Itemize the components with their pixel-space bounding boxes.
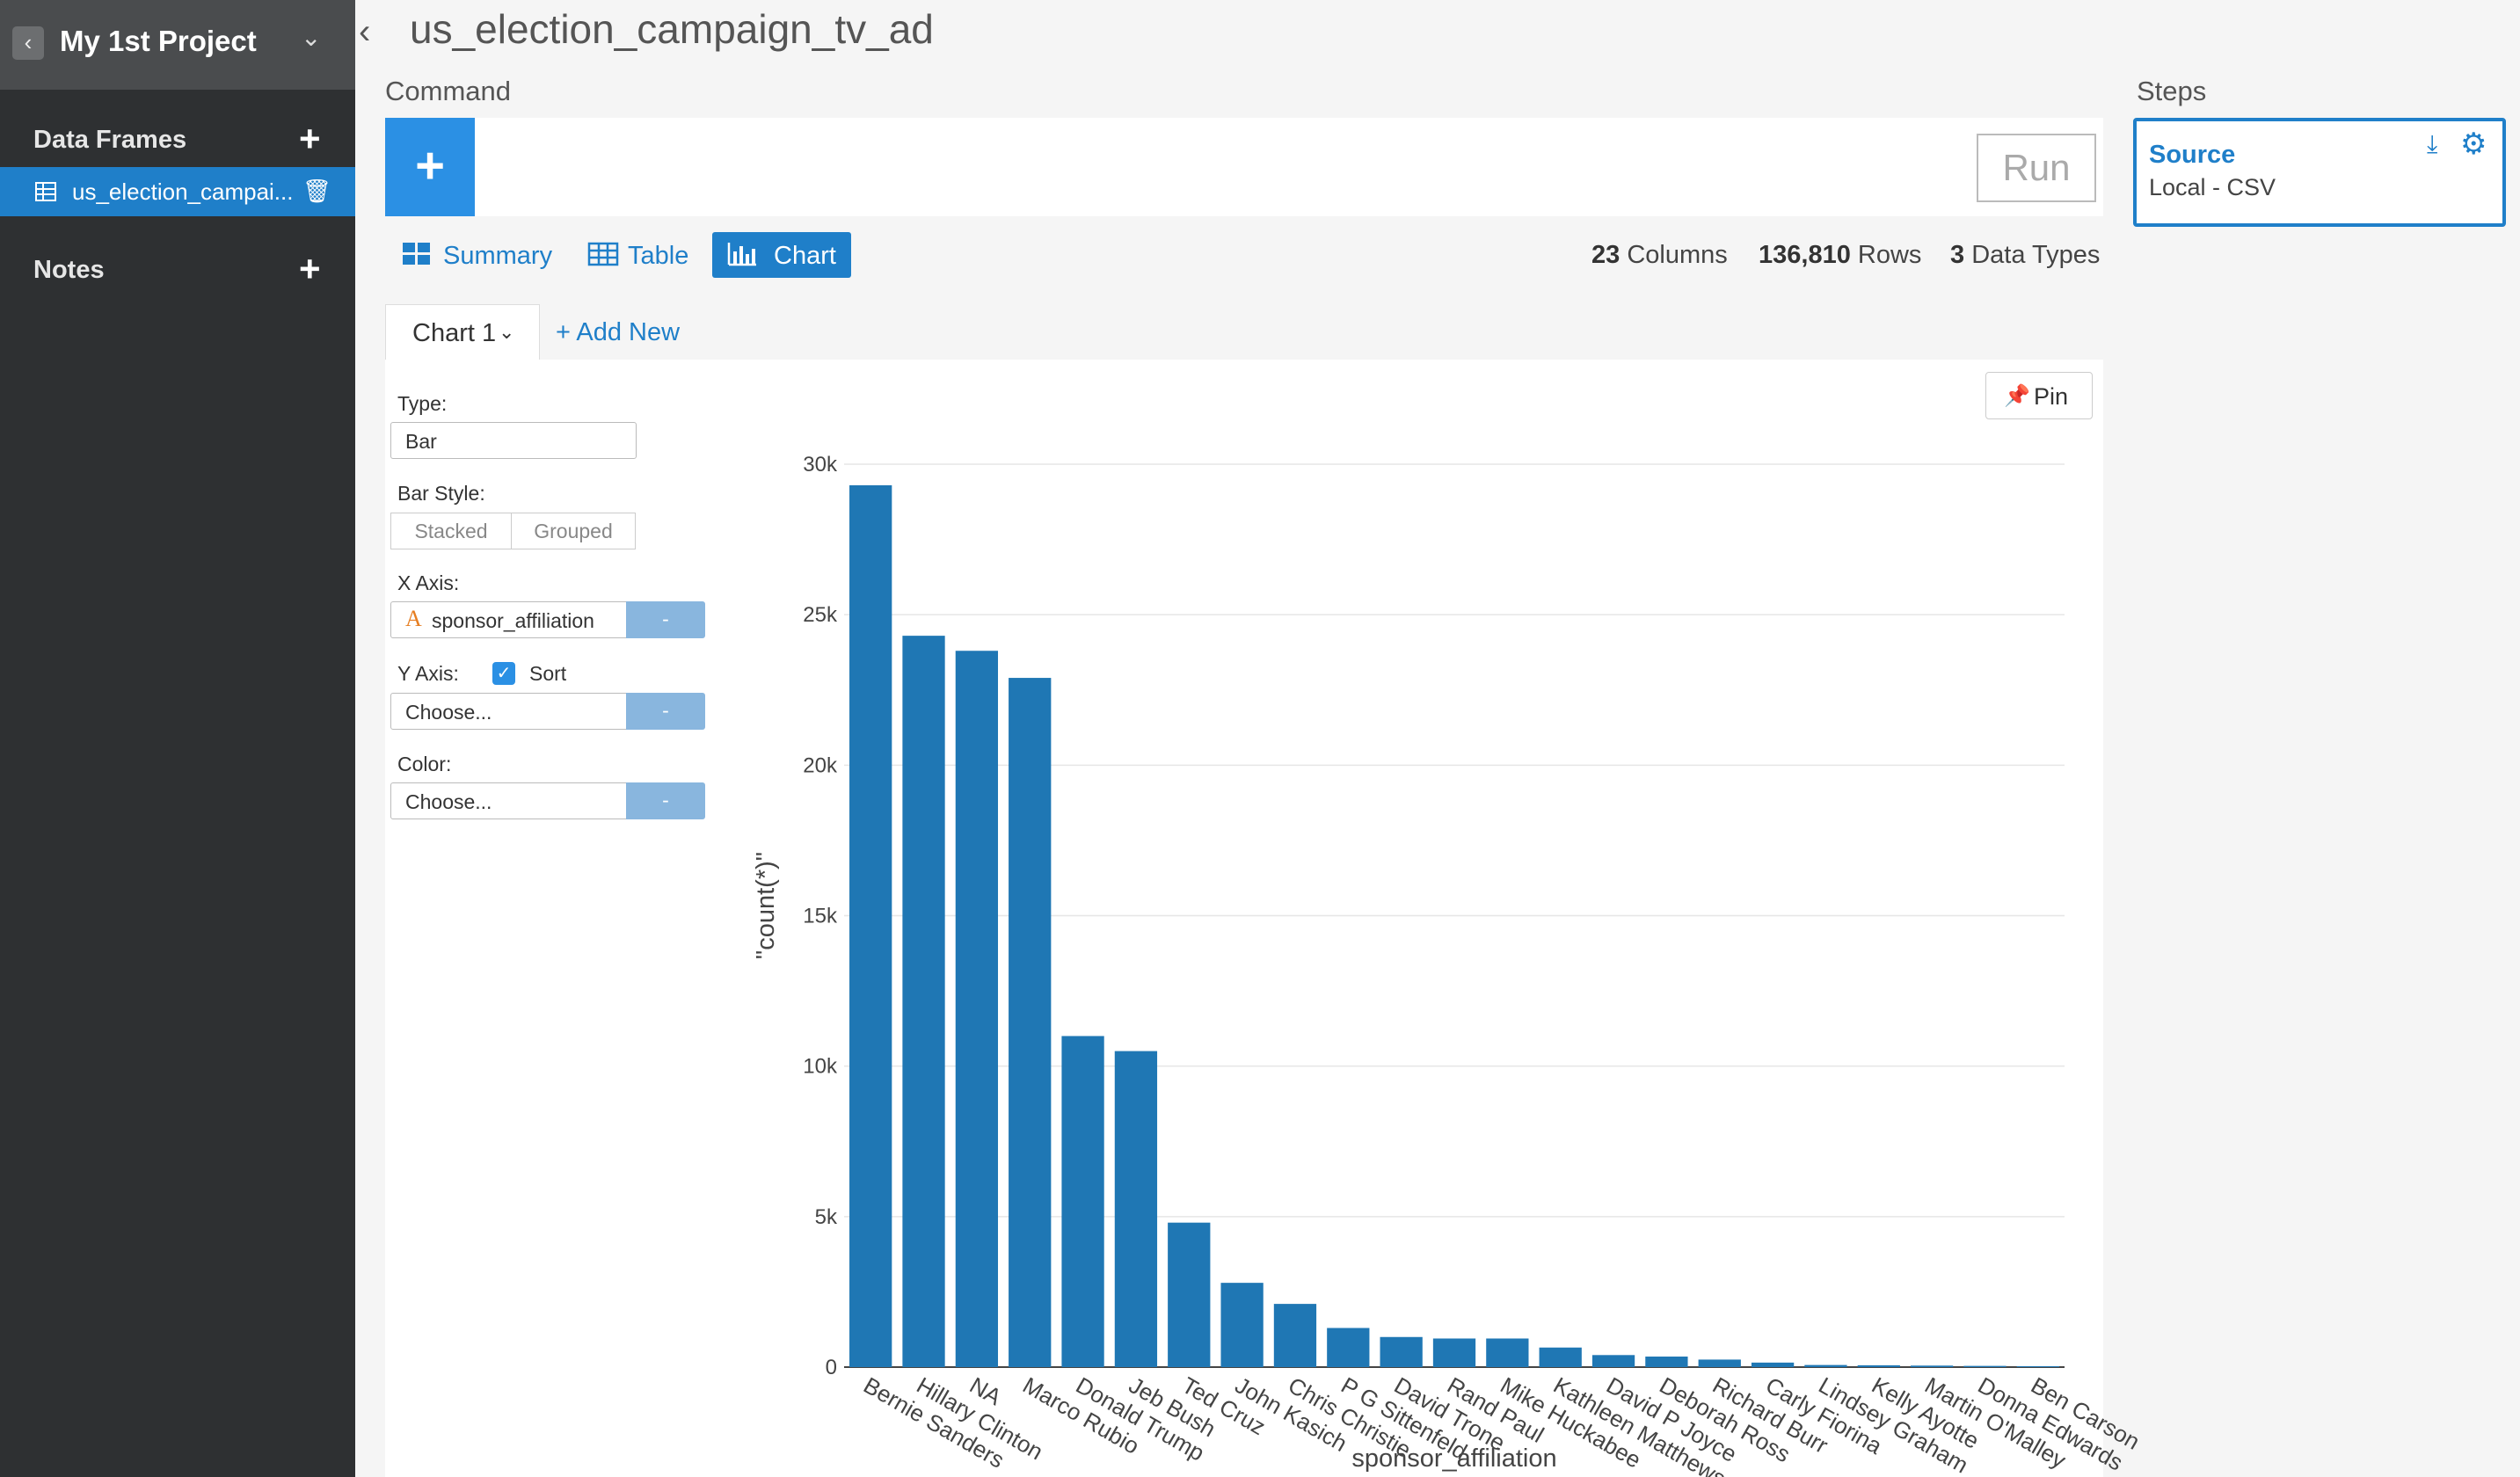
command-input[interactable] xyxy=(385,118,2103,216)
tab-table[interactable]: Table xyxy=(584,232,707,278)
type-select[interactable]: Bar xyxy=(390,422,637,459)
chart-tab-dropdown[interactable]: Chart 1 ⌄ xyxy=(385,304,540,360)
step-source-card[interactable]: Source Local - CSV ⤓ ⚙ xyxy=(2133,118,2506,227)
bar-style-stacked[interactable]: Stacked xyxy=(390,513,512,549)
chart-tab-label: Chart 1 xyxy=(412,319,497,347)
add-new-chart-link[interactable]: + Add New xyxy=(556,318,680,347)
bar-style-grouped[interactable]: Grouped xyxy=(511,513,636,549)
type-label: Type: xyxy=(397,392,448,415)
x-axis-label: X Axis: xyxy=(397,571,460,594)
bar-style-label: Bar Style: xyxy=(397,482,485,505)
data-frames-heading: Data Frames xyxy=(33,126,187,154)
tab-chart-label: Chart xyxy=(774,242,836,270)
gear-icon[interactable]: ⚙ xyxy=(2460,127,2487,162)
chart-panel xyxy=(385,360,2103,1477)
x-axis-value: sponsor_affiliation xyxy=(432,609,594,632)
table-icon xyxy=(35,182,56,201)
add-data-frame-icon[interactable]: + xyxy=(299,120,321,157)
sidebar: ‹ My 1st Project ⌄ Data Frames + us_elec… xyxy=(0,0,355,1477)
page-title: us_election_campaign_tv_ad xyxy=(410,6,934,52)
pin-button[interactable]: 📌 Pin xyxy=(1985,372,2093,419)
sort-label: Sort xyxy=(529,662,567,685)
run-button[interactable]: Run xyxy=(1977,134,2096,202)
string-type-icon: A xyxy=(405,606,422,631)
y-axis-select[interactable]: Choose... xyxy=(390,693,628,730)
tab-table-label: Table xyxy=(628,242,689,270)
command-label: Command xyxy=(385,76,511,106)
project-title[interactable]: My 1st Project xyxy=(60,25,257,58)
notes-heading: Notes xyxy=(33,256,105,284)
columns-label: Columns xyxy=(1627,241,1728,269)
rows-count: 136,810 xyxy=(1759,241,1851,269)
download-icon[interactable]: ⤓ xyxy=(2427,130,2437,159)
bar-chart-icon xyxy=(727,243,756,266)
rows-stat: 136,810 Rows xyxy=(1759,241,1921,270)
x-axis-select[interactable]: A sponsor_affiliation xyxy=(390,601,628,638)
type-value: Bar xyxy=(405,430,437,453)
columns-stat: 23 Columns xyxy=(1591,241,1728,270)
data-frame-item[interactable]: us_election_campai... 🗑 xyxy=(0,167,355,216)
pin-label: Pin xyxy=(2034,383,2069,410)
add-note-icon[interactable]: + xyxy=(299,251,321,287)
trash-icon[interactable]: 🗑 xyxy=(302,178,331,205)
add-command-button[interactable]: + xyxy=(385,118,475,216)
columns-count: 23 xyxy=(1591,241,1621,269)
data-frame-label: us_election_campai... xyxy=(72,178,294,205)
summary-icon xyxy=(403,243,430,265)
tab-chart[interactable]: Chart xyxy=(712,232,851,278)
color-remove-button[interactable]: - xyxy=(626,782,705,819)
step-title: Source xyxy=(2149,141,2236,169)
color-select[interactable]: Choose... xyxy=(390,782,628,819)
sort-checkbox[interactable]: ✓ xyxy=(492,662,515,685)
types-label: Data Types xyxy=(1971,241,2101,269)
color-value: Choose... xyxy=(405,790,492,813)
tab-summary[interactable]: Summary xyxy=(397,232,556,278)
pin-icon: 📌 xyxy=(2004,384,2030,408)
back-icon[interactable]: ‹ xyxy=(12,26,44,60)
y-axis-value: Choose... xyxy=(405,701,492,724)
x-axis-remove-button[interactable]: - xyxy=(626,601,705,638)
rows-label: Rows xyxy=(1857,241,1922,269)
chevron-down-icon[interactable]: ⌄ xyxy=(301,23,321,52)
tab-summary-label: Summary xyxy=(443,242,553,270)
collapse-sidebar-icon[interactable]: ‹ xyxy=(359,12,370,52)
y-axis-remove-button[interactable]: - xyxy=(626,693,705,730)
color-label: Color: xyxy=(397,753,452,775)
chevron-down-icon: ⌄ xyxy=(499,321,515,343)
table-icon xyxy=(587,242,619,266)
project-header[interactable]: ‹ My 1st Project ⌄ xyxy=(0,0,355,90)
y-axis-label: Y Axis: xyxy=(397,662,459,685)
steps-label: Steps xyxy=(2137,76,2207,106)
types-count: 3 xyxy=(1950,241,1965,269)
data-types-stat: 3 Data Types xyxy=(1950,241,2100,270)
step-subtitle: Local - CSV xyxy=(2149,174,2276,200)
